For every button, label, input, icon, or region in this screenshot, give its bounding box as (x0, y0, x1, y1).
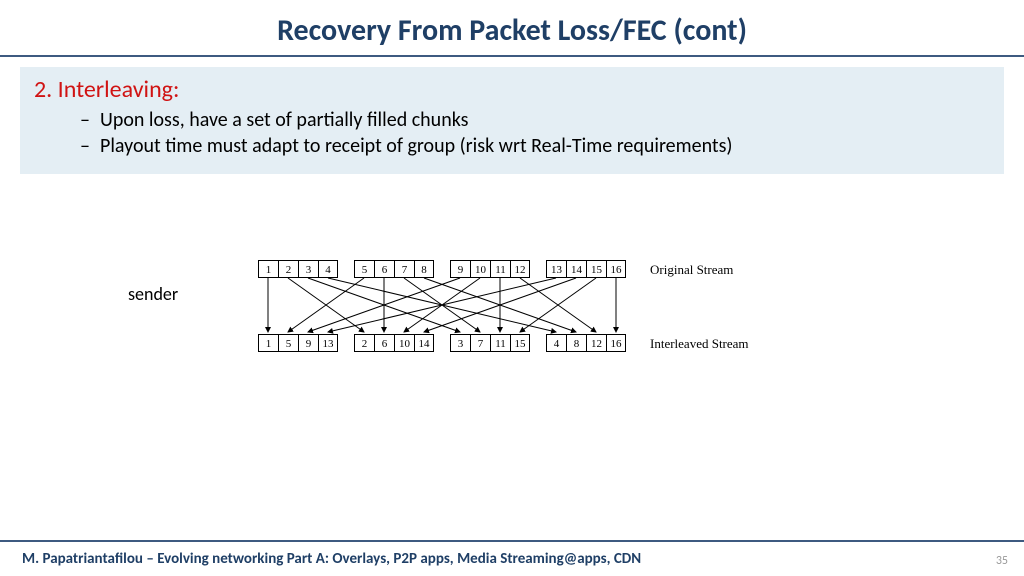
bullet-text: Playout time must adapt to receipt of gr… (100, 134, 732, 158)
cell: 1 (258, 334, 278, 352)
divider-top (0, 55, 1024, 57)
divider-bottom (0, 540, 1024, 542)
list-item: – Upon loss, have a set of partially fil… (80, 108, 990, 132)
cell: 11 (490, 260, 510, 278)
cell: 4 (546, 334, 566, 352)
cell: 1 (258, 260, 278, 278)
cell: 2 (278, 260, 298, 278)
cell: 7 (470, 334, 490, 352)
cell: 9 (450, 260, 470, 278)
cell: 5 (278, 334, 298, 352)
interleaving-diagram: 1 2 3 4 5 6 7 8 9 10 11 12 13 14 15 16 O… (258, 260, 768, 360)
cell: 11 (490, 334, 510, 352)
slide-title: Recovery From Packet Loss/FEC (cont) (0, 0, 1024, 49)
interleaved-stream-label: Interleaved Stream (650, 336, 749, 352)
cell: 16 (606, 334, 626, 352)
cell: 8 (566, 334, 586, 352)
cell: 6 (374, 334, 394, 352)
cell: 6 (374, 260, 394, 278)
cell: 13 (318, 334, 338, 352)
sender-label: sender (128, 283, 178, 305)
cell: 10 (394, 334, 414, 352)
section-heading: 2. Interleaving: (34, 75, 990, 104)
footer-text: M. Papatriantafilou – Evolving networkin… (22, 550, 641, 568)
cell: 16 (606, 260, 626, 278)
dash-icon: – (80, 108, 100, 132)
cell: 13 (546, 260, 566, 278)
bullet-text: Upon loss, have a set of partially fille… (100, 108, 468, 132)
cell: 9 (298, 334, 318, 352)
bullet-list: – Upon loss, have a set of partially fil… (80, 108, 990, 158)
original-stream-label: Original Stream (650, 262, 733, 278)
cell: 8 (414, 260, 434, 278)
cell: 10 (470, 260, 490, 278)
cell: 4 (318, 260, 338, 278)
cell: 12 (510, 260, 530, 278)
cell: 3 (298, 260, 318, 278)
list-item: – Playout time must adapt to receipt of … (80, 134, 990, 158)
dash-icon: – (80, 134, 100, 158)
cell: 15 (510, 334, 530, 352)
original-stream-row: 1 2 3 4 5 6 7 8 9 10 11 12 13 14 15 16 (258, 260, 626, 278)
cell: 14 (566, 260, 586, 278)
cell: 3 (450, 334, 470, 352)
cell: 2 (354, 334, 374, 352)
interleaved-stream-row: 1 5 9 13 2 6 10 14 3 7 11 15 4 8 12 16 (258, 334, 626, 352)
cell: 15 (586, 260, 606, 278)
cell: 7 (394, 260, 414, 278)
cell: 12 (586, 334, 606, 352)
content-box: 2. Interleaving: – Upon loss, have a set… (20, 67, 1004, 174)
cell: 14 (414, 334, 434, 352)
cell: 5 (354, 260, 374, 278)
page-number: 35 (996, 554, 1008, 568)
